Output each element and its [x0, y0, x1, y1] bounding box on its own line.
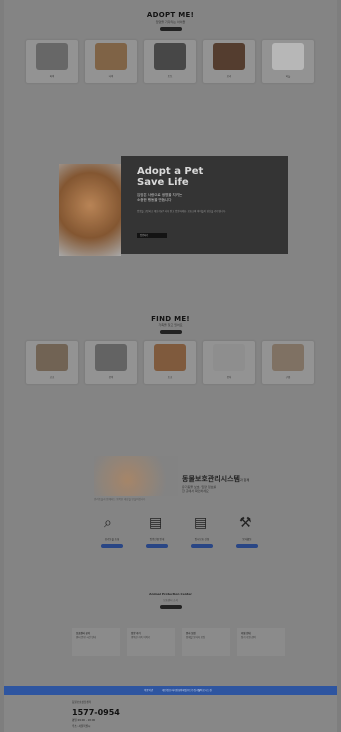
adopt-card[interactable]: 하늘 — [262, 40, 314, 83]
pet-photo — [36, 344, 68, 371]
footer-phone: 1577-0954 — [72, 708, 120, 717]
adopt-card[interactable]: 파비 — [26, 40, 78, 83]
news-more-button[interactable] — [159, 605, 182, 609]
news-box[interactable]: 후원 안내 정기 후원 참여 — [237, 628, 285, 656]
footer-link-bar: 이용약관 개인정보처리방침 이메일무단수집거부 찾아오시는길 — [4, 686, 337, 695]
service-item[interactable]: ⚒ 봉사활동 — [227, 515, 267, 555]
service-label: 봉사활동 — [242, 538, 252, 541]
adopt-subtitle: 입양을 기다리는 아이들 — [155, 20, 186, 24]
pet-name: 보리 — [226, 75, 232, 78]
hero-adopt-button[interactable]: 입양하기 — [137, 233, 167, 238]
pet-name: 하늘 — [285, 75, 291, 78]
news-box[interactable]: 입양 후기 행복한 가족 이야기 — [127, 628, 175, 656]
news-box[interactable]: 봉사 모집 함께할 봉사자 모집 — [182, 628, 230, 656]
document-icon: ▤ — [149, 515, 163, 531]
hero-small-text: 입양을 고민하고 계신가요? 사지 말고 입양하세요. 보호소의 아이들이 당신… — [137, 210, 226, 213]
news-box-body: 함께할 봉사자 모집 — [186, 635, 206, 639]
org-animals-image — [94, 456, 178, 496]
org-title-suffix: 과 함께 — [239, 478, 250, 482]
org-subtitle: 유기동물 보호, 입양 정보를 한 곳에서 확인하세요 — [182, 485, 216, 493]
pet-name: 파비 — [49, 75, 55, 78]
hero-dog-image — [59, 164, 121, 256]
org-title: 동물보호관리시스템과 함께 — [182, 474, 249, 484]
service-item[interactable]: ▤ 입양신청 안내 — [137, 515, 177, 555]
find-card[interactable]: 구름 — [262, 341, 314, 384]
service-item[interactable]: ⌕ 유기동물 조회 — [92, 515, 132, 555]
hero-panel: Adopt a Pet Save Life 입양은 사랑으로 생명을 지키는 소… — [121, 156, 288, 254]
search-icon: ⌕ — [104, 515, 112, 531]
pet-photo — [95, 43, 127, 70]
news-box[interactable]: 보호센터 공지 센터 운영 시간 안내 — [72, 628, 120, 656]
pet-name: 뭉치 — [226, 376, 232, 379]
service-button[interactable] — [191, 544, 213, 548]
pet-photo — [95, 344, 127, 371]
pet-photo — [154, 43, 186, 70]
pet-name: 코코 — [49, 376, 55, 379]
pet-name: 토토 — [167, 75, 173, 78]
footer-link[interactable]: 찾아오시는길 — [198, 688, 212, 692]
news-subtitle: 보호센터 소식 — [163, 599, 178, 602]
news-box-list: 보호센터 공지 센터 운영 시간 안내 입양 후기 행복한 가족 이야기 봉사 모집 함께… — [72, 628, 285, 656]
pet-name: 나비 — [108, 75, 114, 78]
footer-label: 동물보호상담센터 — [72, 701, 92, 704]
find-card[interactable]: 초코 — [144, 341, 196, 384]
news-box-body: 센터 운영 시간 안내 — [76, 635, 96, 639]
document-icon: ▤ — [194, 515, 208, 531]
find-card[interactable]: 코코 — [26, 341, 78, 384]
hero-heading: Adopt a Pet Save Life — [137, 166, 203, 188]
service-button[interactable] — [236, 544, 258, 548]
hero-text: 입양은 사랑으로 생명을 지키는 소중한 행동을 만듭니다 — [137, 193, 182, 203]
hero-heading-line2: Save Life — [137, 177, 189, 188]
service-button[interactable] — [146, 544, 168, 548]
pet-name: 구름 — [285, 376, 291, 379]
pet-photo — [213, 43, 245, 70]
footer-link[interactable]: 개인정보처리방침 — [162, 688, 180, 692]
adopt-title: ADOPT ME! — [146, 11, 195, 19]
adopt-more-button[interactable] — [159, 27, 182, 31]
service-label: 입양신청 안내 — [149, 538, 165, 541]
find-subtitle: 가족을 찾고 있어요 — [158, 323, 183, 327]
adopt-card[interactable]: 보리 — [203, 40, 255, 83]
page: ADOPT ME! 입양을 기다리는 아이들 파비 나비 토토 보리 하늘 Adopt … — [4, 0, 337, 732]
adopt-card[interactable]: 나비 — [85, 40, 137, 83]
pet-name: 초코 — [167, 376, 173, 379]
footer-address: 주소: 서울특별시 — [72, 725, 91, 728]
pet-name: 콩이 — [108, 376, 114, 379]
org-title-text: 동물보호관리시스템 — [182, 475, 240, 483]
footer-link[interactable]: 이용약관 — [144, 688, 153, 692]
adopt-card[interactable]: 토토 — [144, 40, 196, 83]
footer-hours: 평일 09:00 - 18:00 — [72, 719, 96, 722]
find-card[interactable]: 콩이 — [85, 341, 137, 384]
find-card-list: 코코 콩이 초코 뭉치 구름 — [26, 341, 314, 384]
pet-photo — [272, 43, 304, 70]
news-title: Animal Protection Center — [149, 592, 192, 596]
find-more-button[interactable] — [159, 330, 182, 334]
find-card[interactable]: 뭉치 — [203, 341, 255, 384]
pet-photo — [272, 344, 304, 371]
footer: 동물보호상담센터 1577-0954 평일 09:00 - 18:00 주소: … — [4, 695, 337, 732]
adopt-card-list: 파비 나비 토토 보리 하늘 — [26, 40, 314, 83]
hero-banner: Adopt a Pet Save Life 입양은 사랑으로 생명을 지키는 소… — [59, 156, 288, 256]
find-title: FIND ME! — [151, 315, 190, 323]
org-subtitle-line2: 한 곳에서 확인하세요 — [182, 489, 209, 493]
pet-photo — [36, 43, 68, 70]
news-box-body: 행복한 가족 이야기 — [131, 635, 151, 639]
pet-photo — [213, 344, 245, 371]
hammer-icon: ⚒ — [239, 515, 252, 531]
hero-heading-line1: Adopt a Pet — [137, 166, 204, 177]
pet-photo — [154, 344, 186, 371]
news-box-body: 정기 후원 참여 — [241, 635, 256, 639]
service-item[interactable]: ▤ 임시보호 신청 — [182, 515, 222, 555]
service-label: 유기동물 조회 — [104, 538, 120, 541]
service-button[interactable] — [101, 544, 123, 548]
hero-text-line2: 소중한 행동을 만듭니다 — [137, 198, 172, 202]
service-label: 임시보호 신청 — [194, 538, 210, 541]
org-line: 반려동물과 함께하는 행복한 세상을 만들어갑니다 — [94, 498, 146, 501]
